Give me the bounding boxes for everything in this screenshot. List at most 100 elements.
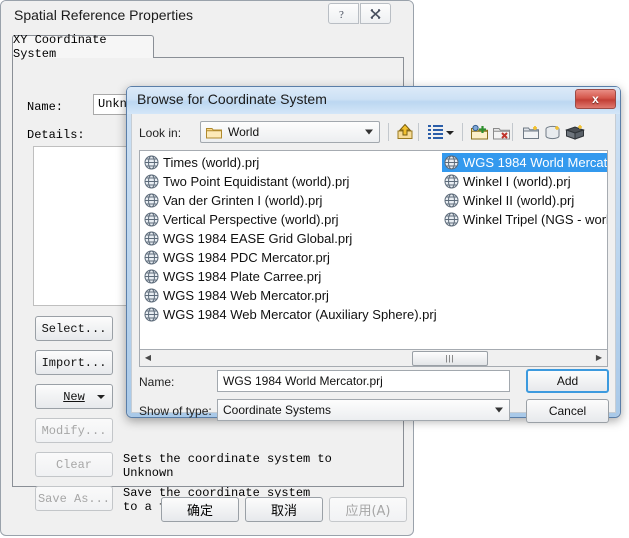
list-item[interactable]: WGS 1984 EASE Grid Global.prj	[142, 229, 442, 248]
file-list[interactable]: Times (world).prj Two Point Equidistant …	[139, 150, 608, 350]
list-item-label: WGS 1984 PDC Mercator.prj	[163, 250, 330, 265]
globe-icon	[144, 212, 159, 227]
connect-folder-icon[interactable]	[468, 121, 490, 143]
list-item-label: Van der Grinten I (world).prj	[163, 193, 323, 208]
list-item[interactable]: WGS 1984 Plate Carree.prj	[142, 267, 442, 286]
list-item[interactable]: Van der Grinten I (world).prj	[142, 191, 442, 210]
show-of-type-value: Coordinate Systems	[223, 403, 332, 417]
cancel-button-label: 取消	[270, 504, 297, 519]
toolbar-separator	[462, 123, 463, 141]
help-icon[interactable]: ?	[328, 3, 359, 24]
globe-icon	[144, 174, 159, 189]
file-list-column-2: WGS 1984 World Mercator.prj Winkel I (wo…	[442, 153, 608, 229]
browse-cancel-button[interactable]: Cancel	[526, 399, 609, 423]
globe-icon	[144, 307, 159, 322]
import-button[interactable]: Import...	[35, 350, 113, 375]
clear-button-label: Clear	[55, 457, 92, 472]
globe-icon	[444, 193, 459, 208]
disconnect-folder-icon[interactable]	[490, 121, 512, 143]
look-in-combo[interactable]: World	[200, 121, 380, 143]
close-x-icon: x	[592, 92, 599, 106]
name-label: Name:	[27, 100, 64, 114]
list-item-label: Winkel I (world).prj	[463, 174, 571, 189]
list-item[interactable]: WGS 1984 Web Mercator.prj	[142, 286, 442, 305]
list-item[interactable]: WGS 1984 PDC Mercator.prj	[142, 248, 442, 267]
details-label: Details:	[27, 128, 85, 142]
new-button[interactable]: New	[35, 384, 113, 409]
connect-to-folder-icon	[470, 124, 488, 139]
page-title: Spatial Reference Properties	[14, 7, 193, 23]
cancel-button-label: Cancel	[548, 404, 587, 418]
list-item[interactable]: Winkel Tripel (NGS - world).prj	[442, 210, 607, 229]
scroll-left-icon[interactable]: ◀	[140, 350, 156, 365]
views-list-icon[interactable]	[424, 121, 446, 143]
look-in-label: Look in:	[139, 126, 182, 140]
scroll-right-icon[interactable]: ▶	[591, 350, 607, 365]
browse-body: Look in: World Times (world).prj Two Poi…	[131, 114, 616, 423]
name-input[interactable]: WGS 1984 World Mercator.prj	[217, 370, 510, 392]
new-folder-icon[interactable]	[520, 121, 542, 143]
list-item[interactable]: Winkel I (world).prj	[442, 172, 607, 191]
chevron-down-icon	[495, 407, 503, 413]
apply-button[interactable]: 应用(A)	[329, 497, 407, 522]
main-titlebar: Spatial Reference Properties ?	[1, 1, 413, 31]
tab-xy-coordinate-system[interactable]: XY Coordinate System	[12, 33, 154, 61]
look-in-value: World	[228, 125, 260, 139]
toolbar-separator	[418, 123, 419, 141]
list-item[interactable]: Vertical Perspective (world).prj	[142, 210, 442, 229]
list-item-label: Winkel Tripel (NGS - world).prj	[463, 212, 607, 227]
import-button-label: Import...	[41, 355, 107, 370]
cancel-button[interactable]: 取消	[245, 497, 323, 522]
list-item[interactable]: Times (world).prj	[142, 153, 442, 172]
list-item-label: WGS 1984 Web Mercator (Auxiliary Sphere)…	[163, 307, 437, 322]
list-item-label: Times (world).prj	[163, 155, 260, 170]
globe-icon	[144, 269, 159, 284]
question-mark-icon: ?	[339, 9, 344, 20]
clear-button[interactable]: Clear	[35, 452, 113, 477]
screen: Spatial Reference Properties ? XY Coordi…	[0, 0, 629, 538]
tab-label: XY Coordinate System	[13, 33, 107, 61]
select-button-label: Select...	[41, 321, 107, 336]
list-item-label: WGS 1984 World Mercator.prj	[463, 155, 608, 170]
chevron-down-icon	[446, 130, 454, 135]
scrollbar-thumb[interactable]: |||	[412, 351, 488, 366]
new-toolbox-icon[interactable]	[564, 121, 586, 143]
close-icon[interactable]	[360, 3, 391, 24]
list-item[interactable]: Two Point Equidistant (world).prj	[142, 172, 442, 191]
list-item[interactable]: WGS 1984 Web Mercator (Auxiliary Sphere)…	[142, 305, 442, 324]
modify-button-label: Modify...	[41, 423, 107, 438]
ok-button[interactable]: 确定	[161, 497, 239, 522]
new-geodatabase-icon[interactable]	[542, 121, 564, 143]
list-item[interactable]: Winkel II (world).prj	[442, 191, 607, 210]
up-one-level-icon[interactable]	[394, 121, 416, 143]
up-arrow-folder-icon	[397, 123, 413, 139]
browse-close-button[interactable]: x	[575, 89, 616, 109]
globe-icon	[444, 155, 459, 170]
views-dropdown-icon[interactable]	[444, 121, 456, 143]
globe-icon	[144, 155, 159, 170]
list-item-label: WGS 1984 Web Mercator.prj	[163, 288, 329, 303]
show-of-type-label: Show of type:	[139, 404, 212, 418]
dialog-button-bar: 确定 取消 应用(A)	[1, 489, 415, 535]
globe-icon	[444, 212, 459, 227]
browse-dialog-title: Browse for Coordinate System	[137, 91, 327, 107]
toolbar-separator	[388, 123, 389, 141]
horizontal-scrollbar[interactable]: ◀ ||| ▶	[139, 350, 608, 367]
folder-icon	[206, 127, 222, 138]
globe-icon	[144, 231, 159, 246]
browse-titlebar: Browse for Coordinate System x	[127, 87, 620, 114]
show-of-type-combo[interactable]: Coordinate Systems	[217, 399, 510, 421]
select-button[interactable]: Select...	[35, 316, 113, 341]
globe-icon	[144, 193, 159, 208]
disconnect-folder-icon	[492, 127, 510, 139]
browse-for-coordinate-system-dialog: Browse for Coordinate System x Look in: …	[126, 86, 621, 423]
new-button-label: New	[63, 389, 85, 404]
add-button-label: Add	[556, 374, 579, 388]
modify-button[interactable]: Modify...	[35, 418, 113, 443]
add-button[interactable]: Add	[526, 369, 609, 393]
new-folder-icon	[522, 125, 539, 139]
globe-icon	[444, 174, 459, 189]
name-label: Name:	[139, 375, 175, 389]
toolbox-icon	[565, 124, 585, 140]
list-item-selected[interactable]: WGS 1984 World Mercator.prj	[442, 153, 608, 172]
